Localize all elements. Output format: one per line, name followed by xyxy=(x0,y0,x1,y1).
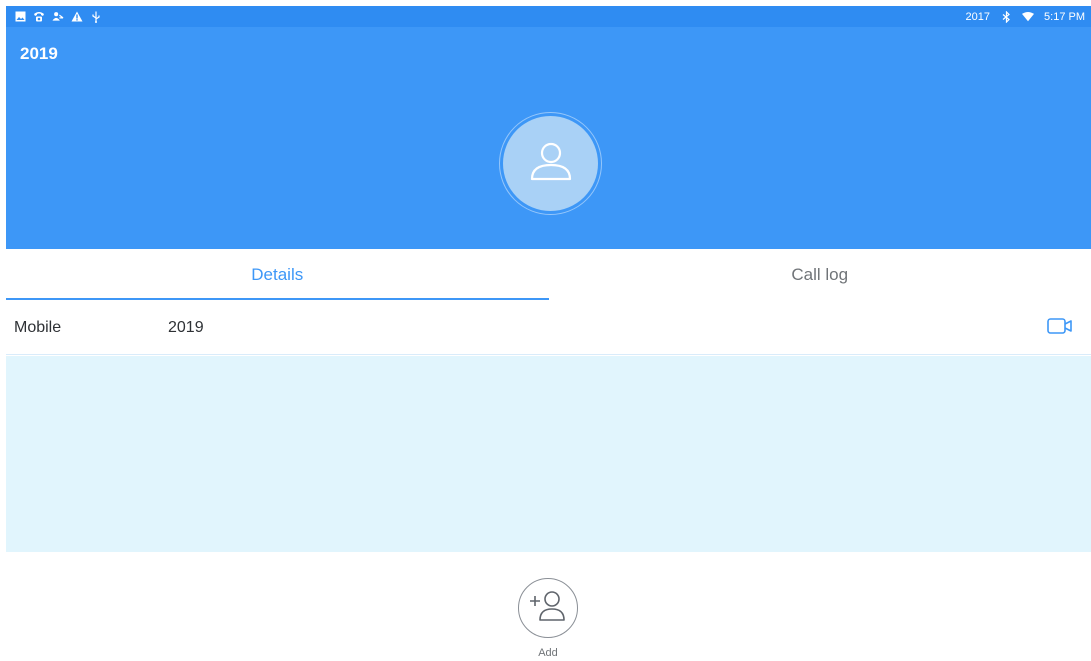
image-icon xyxy=(14,11,26,23)
tab-call-log[interactable]: Call log xyxy=(549,249,1091,301)
person-icon xyxy=(528,138,574,189)
warning-icon xyxy=(71,11,83,23)
bluetooth-icon xyxy=(1000,10,1012,23)
phone-type-label: Mobile xyxy=(14,318,62,336)
video-call-button[interactable] xyxy=(1046,317,1074,340)
phone-number: 2019 xyxy=(168,318,204,336)
status-system: 2017 5:17 PM xyxy=(965,10,1085,23)
contacts-icon xyxy=(52,11,64,23)
tab-call-log-label: Call log xyxy=(791,265,849,284)
add-contact-button[interactable] xyxy=(518,578,578,638)
tab-bar: Details Call log xyxy=(6,249,1091,301)
contact-title: 2019 xyxy=(20,44,58,63)
avatar-ring xyxy=(499,112,602,215)
wifi-icon xyxy=(1022,11,1035,23)
usb-icon xyxy=(90,11,102,23)
phone-icon xyxy=(33,11,45,23)
status-bar: 2017 5:17 PM xyxy=(6,6,1091,27)
add-contact-icon xyxy=(528,589,568,628)
tab-details[interactable]: Details xyxy=(6,249,549,301)
status-time: 5:17 PM xyxy=(1044,10,1085,23)
add-button-label: Add xyxy=(538,647,558,659)
contact-detail-screen: 2017 5:17 PM 2019 Details Call log Mobil… xyxy=(6,6,1091,661)
video-call-icon xyxy=(1047,317,1073,340)
avatar xyxy=(503,116,598,211)
status-notifications xyxy=(14,11,102,23)
phone-detail-row[interactable]: Mobile 2019 xyxy=(6,301,1091,355)
contact-header: 2019 xyxy=(6,27,1091,249)
status-year-text: 2017 xyxy=(965,10,991,23)
tab-details-label: Details xyxy=(251,265,304,284)
details-panel xyxy=(6,356,1091,552)
